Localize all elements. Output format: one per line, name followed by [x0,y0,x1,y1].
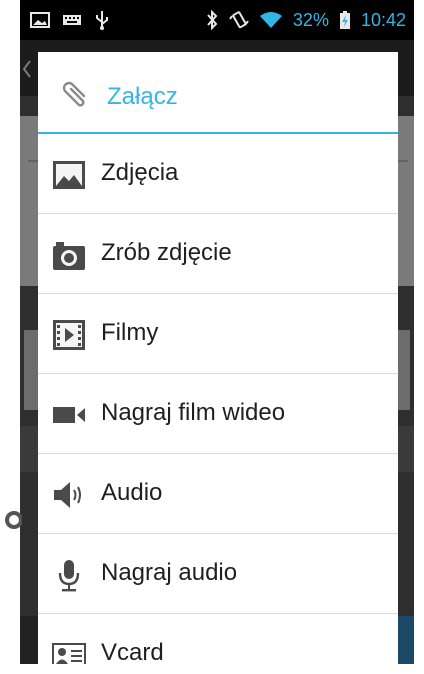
status-bar: 32% 10:42 [20,0,414,40]
battery-percent: 32% [292,9,329,30]
option-record-video[interactable]: Nagraj film wideo [38,374,398,454]
option-label: Nagraj audio [101,559,238,586]
vibrate-icon [229,11,249,29]
wifi-icon [259,12,282,28]
option-label: Audio [101,479,163,506]
option-label: Zrób zdjęcie [101,239,232,266]
option-videos[interactable]: Filmy [38,294,398,374]
loading-ring-icon [5,511,22,529]
battery-charging-icon [339,11,350,29]
film-icon [53,320,85,350]
dialog-header: Załącz [38,52,398,132]
usb-icon [96,11,108,30]
attachment-options: Zdjęcia Zrób zdjęcie Filmy Nagraj film w… [38,134,398,664]
option-audio[interactable]: Audio [38,454,398,534]
microphone-icon [58,560,80,592]
back-icon [22,60,31,78]
keyboard-icon [63,15,81,25]
speaker-icon [54,482,81,508]
phone-screen: 32% 10:42 Załącz Zdjęcia Zrób zdjęcie Fi… [20,0,414,664]
screenshot-icon [30,12,50,28]
status-icons-left [30,10,110,30]
picture-icon [53,161,85,189]
option-vcard[interactable]: Vcard [38,614,398,664]
option-pictures[interactable]: Zdjęcia [38,134,398,214]
option-record-audio[interactable]: Nagraj audio [38,534,398,614]
option-label: Zdjęcia [101,159,179,186]
dialog-title: Załącz [107,83,178,110]
paperclip-icon [62,81,86,107]
clock: 10:42 [360,9,406,30]
camera-icon [53,242,85,270]
contact-card-icon [52,643,86,664]
option-label: Vcard [101,639,164,664]
option-take-picture[interactable]: Zrób zdjęcie [38,214,398,294]
option-label: Nagraj film wideo [101,399,286,426]
option-label: Filmy [101,319,159,346]
video-camera-icon [53,407,85,423]
attach-dialog: Załącz Zdjęcia Zrób zdjęcie Filmy Nagraj… [38,52,398,664]
bluetooth-icon [207,10,218,30]
status-icons-right: 32% 10:42 [205,10,406,30]
